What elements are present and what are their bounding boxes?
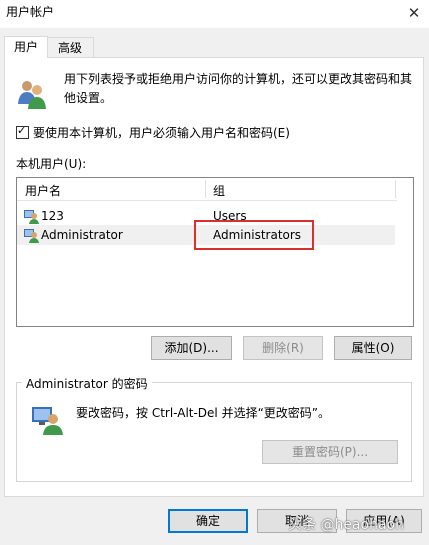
column-divider[interactable] [205, 180, 206, 198]
user-password-icon [32, 407, 63, 435]
password-groupbox [16, 382, 412, 482]
title-bar: 用户帐户 ✕ [0, 0, 429, 28]
info-text: 用下列表授予或拒绝用户访问你的计算机，还可以更改其密码和其他设置。 [64, 72, 413, 105]
users-list[interactable]: 用户名 组 123 Users Administrator Administra… [16, 177, 414, 327]
column-header-group[interactable]: 组 [213, 182, 225, 199]
checkmark-icon: ✓ [17, 124, 27, 137]
ok-button[interactable]: 确定 [168, 509, 248, 533]
row-username: Administrator [41, 228, 123, 242]
users-list-label: 本机用户(U): [16, 157, 87, 171]
password-group-title: Administrator 的密码 [22, 375, 152, 392]
tab-users[interactable]: 用户 [4, 36, 48, 58]
close-icon: ✕ [407, 4, 421, 22]
tab-advanced[interactable]: 高级 [46, 37, 94, 58]
user-icon [24, 210, 39, 224]
window-title: 用户帐户 [6, 5, 55, 19]
user-icon [24, 229, 39, 243]
add-user-button[interactable]: 添加(D)... [151, 336, 232, 360]
require-login-label: 要使用本计算机，用户必须输入用户名和密码(E) [33, 126, 290, 140]
require-login-checkbox[interactable]: ✓ [16, 124, 29, 139]
annotation-highlight-box [194, 220, 314, 250]
list-header: 用户名 组 [17, 178, 397, 201]
close-button[interactable]: ✕ [399, 0, 429, 26]
remove-user-button[interactable]: 删除(R) [243, 336, 323, 360]
row-username: 123 [41, 209, 64, 223]
properties-button[interactable]: 属性(O) [334, 336, 412, 360]
column-header-username[interactable]: 用户名 [25, 182, 61, 199]
require-login-row[interactable]: ✓ 要使用本计算机，用户必须输入用户名和密码(E) [16, 124, 290, 141]
reset-password-button[interactable]: 重置密码(P)... [262, 440, 398, 464]
users-group-icon [18, 81, 46, 109]
column-divider[interactable] [395, 180, 396, 198]
watermark: 头条 @heaohaoh [288, 517, 404, 533]
password-instruction: 要改密码，按 Ctrl-Alt-Del 并选择“更改密码”。 [76, 406, 331, 420]
